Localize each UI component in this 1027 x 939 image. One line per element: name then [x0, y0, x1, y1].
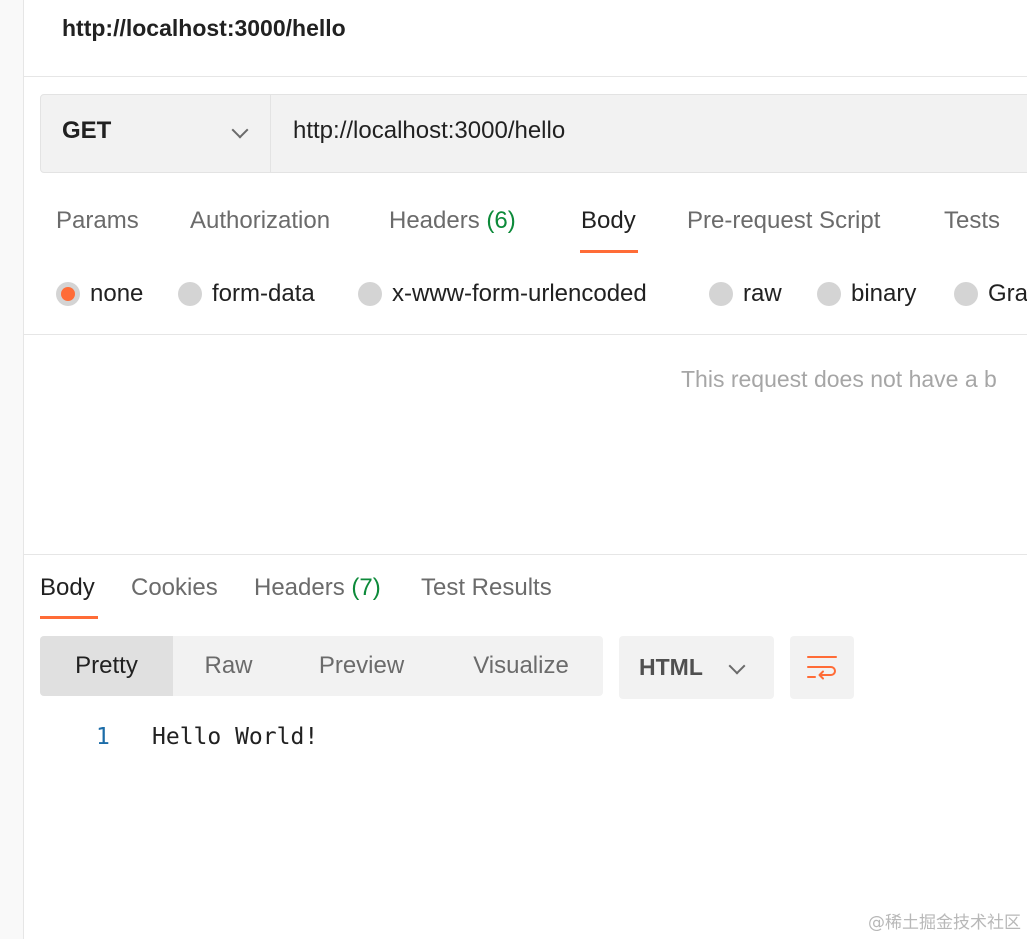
response-tab-headers[interactable]: Headers (7) [254, 574, 381, 602]
radio-raw[interactable]: raw [709, 280, 782, 308]
radio-label: raw [743, 280, 782, 307]
radio-graphql[interactable]: Gra [954, 280, 1027, 308]
radio-unchecked-icon [178, 282, 202, 306]
response-tab-cookies[interactable]: Cookies [131, 574, 218, 602]
line-number: 1 [96, 724, 110, 750]
request-title: http://localhost:3000/hello [62, 15, 346, 41]
chevron-down-icon [231, 121, 249, 139]
method-select[interactable]: GET [41, 95, 271, 172]
url-input[interactable]: http://localhost:3000/hello [293, 117, 565, 145]
radio-binary[interactable]: binary [817, 280, 916, 308]
view-visualize-button[interactable]: Visualize [439, 636, 603, 696]
view-pretty-button[interactable]: Pretty [40, 636, 173, 696]
radio-label: x-www-form-urlencoded [392, 280, 647, 307]
header-divider [24, 76, 1027, 77]
radio-unchecked-icon [954, 282, 978, 306]
format-select[interactable]: HTML [619, 636, 774, 699]
response-divider[interactable] [24, 554, 1027, 555]
tab-label: Body [40, 574, 95, 601]
tab-params[interactable]: Params [56, 207, 139, 235]
radio-unchecked-icon [709, 282, 733, 306]
method-label: GET [62, 117, 112, 144]
tab-label: Pre-request Script [687, 207, 881, 234]
code-text: Hello World! [152, 724, 319, 750]
tab-label: Authorization [190, 207, 331, 234]
empty-body-message: This request does not have a b [681, 366, 997, 392]
response-headers-count-badge: (7) [351, 574, 381, 601]
radio-label: Gra [988, 280, 1027, 307]
tab-label: Headers [254, 574, 345, 601]
wrap-lines-button[interactable] [790, 636, 854, 699]
view-raw-button[interactable]: Raw [173, 636, 284, 696]
radio-label: binary [851, 280, 917, 307]
radio-unchecked-icon [817, 282, 841, 306]
radio-checked-icon [56, 282, 80, 306]
tab-pre-request-script[interactable]: Pre-request Script [687, 207, 880, 235]
response-tab-test-results[interactable]: Test Results [421, 574, 552, 602]
tab-label: Cookies [131, 574, 218, 601]
tab-body[interactable]: Body [581, 207, 636, 235]
radio-label: form-data [212, 280, 315, 307]
body-type-radio-group: none form-data x-www-form-urlencoded raw… [56, 280, 1027, 310]
wrap-lines-icon [807, 656, 837, 680]
radio-x-www-form-urlencoded[interactable]: x-www-form-urlencoded [358, 280, 647, 308]
radio-unchecked-icon [358, 282, 382, 306]
body-divider [24, 334, 1027, 335]
response-tab-body[interactable]: Body [40, 574, 95, 602]
radio-label: none [90, 280, 144, 307]
tab-headers[interactable]: Headers (6) [389, 207, 516, 235]
radio-form-data[interactable]: form-data [178, 280, 315, 308]
tab-label: Tests [944, 207, 1001, 234]
active-tab-indicator [580, 250, 638, 253]
headers-count-badge: (6) [486, 207, 516, 234]
tab-label: Test Results [421, 574, 552, 601]
format-label: HTML [639, 654, 703, 680]
tab-authorization[interactable]: Authorization [190, 207, 330, 235]
left-sidebar-rail [0, 0, 24, 939]
radio-none[interactable]: none [56, 280, 143, 308]
tab-label: Body [581, 207, 636, 234]
watermark: @稀土掘金技术社区 [868, 913, 1021, 933]
tab-label: Params [56, 207, 139, 234]
tab-label: Headers [389, 207, 480, 234]
chevron-down-icon [728, 657, 746, 675]
response-view-toggle: Pretty Raw Preview Visualize [40, 636, 603, 696]
url-bar: GET http://localhost:3000/hello [40, 94, 1027, 173]
response-active-tab-indicator [40, 616, 98, 619]
view-preview-button[interactable]: Preview [284, 636, 439, 696]
tab-tests[interactable]: Tests [944, 207, 1000, 235]
